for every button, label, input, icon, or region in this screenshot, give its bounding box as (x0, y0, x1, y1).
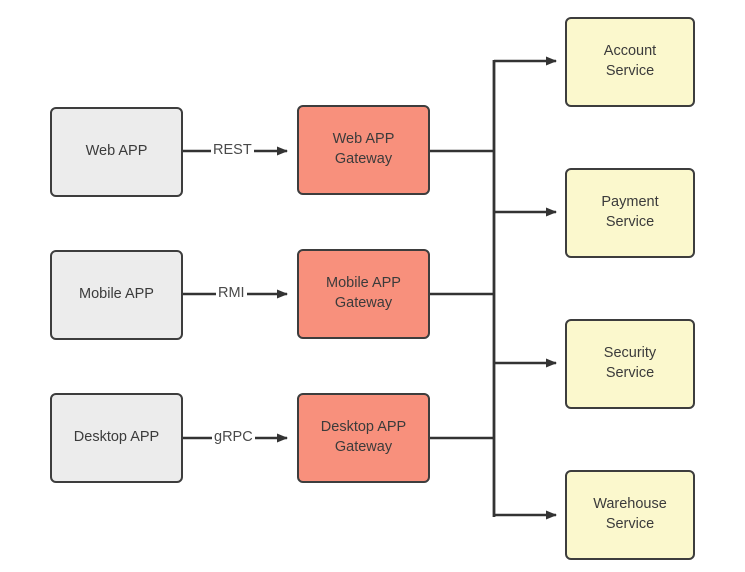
node-web-app-gateway-label: Web APP Gateway (332, 131, 395, 167)
edge-label-rmi: RMI (216, 285, 247, 301)
node-payment-service[interactable]: Payment Service (565, 168, 695, 258)
node-payment-service-label: Payment Service (601, 194, 659, 230)
node-account-service-label: Account Service (603, 43, 657, 79)
node-desktop-app-label: Desktop APP (73, 429, 160, 446)
node-web-app[interactable]: Web APP (50, 107, 183, 197)
architecture-diagram: Web APP Mobile APP Desktop APP Web APP G… (0, 0, 745, 572)
node-web-app-gateway[interactable]: Web APP Gateway (297, 105, 430, 195)
node-mobile-app[interactable]: Mobile APP (50, 250, 183, 340)
node-mobile-app-gateway-label: Mobile APP Gateway (326, 275, 401, 311)
node-mobile-app-label: Mobile APP (79, 286, 154, 303)
node-mobile-app-gateway[interactable]: Mobile APP Gateway (297, 249, 430, 339)
node-web-app-label: Web APP (85, 143, 148, 160)
node-account-service[interactable]: Account Service (565, 17, 695, 107)
node-warehouse-service-label: Warehouse Service (593, 496, 667, 532)
node-security-service-label: Security Service (603, 345, 657, 381)
node-desktop-app[interactable]: Desktop APP (50, 393, 183, 483)
node-desktop-app-gateway[interactable]: Desktop APP Gateway (297, 393, 430, 483)
node-security-service[interactable]: Security Service (565, 319, 695, 409)
edge-label-rest: REST (211, 142, 254, 158)
node-desktop-app-gateway-label: Desktop APP Gateway (320, 419, 407, 455)
edge-label-grpc: gRPC (212, 429, 255, 445)
node-warehouse-service[interactable]: Warehouse Service (565, 470, 695, 560)
